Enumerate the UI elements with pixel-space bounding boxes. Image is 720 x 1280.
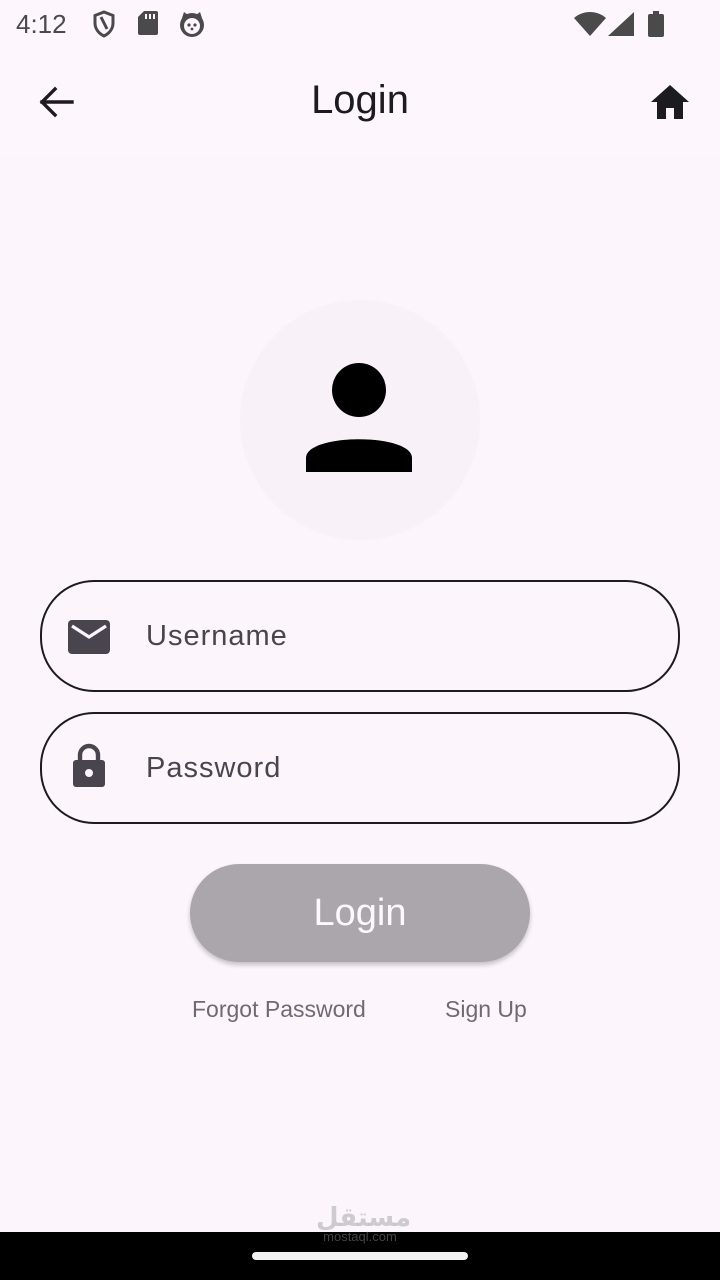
- sign-up-link[interactable]: Sign Up: [445, 996, 527, 1023]
- person-icon: [305, 362, 415, 478]
- password-input[interactable]: [144, 734, 648, 802]
- shield-icon: [92, 10, 116, 43]
- home-gesture-handle[interactable]: [252, 1252, 468, 1260]
- forgot-password-link[interactable]: Forgot Password: [192, 996, 366, 1023]
- home-button[interactable]: [642, 80, 698, 128]
- app-bar: Login: [0, 50, 720, 158]
- page-title: Login: [311, 78, 409, 122]
- login-form-area: Login Forgot Password Sign Up: [0, 158, 720, 1232]
- status-time: 4:12: [16, 9, 67, 39]
- password-field[interactable]: [40, 712, 680, 824]
- home-icon: [650, 84, 690, 125]
- watermark-url: mostaql.com: [323, 1229, 397, 1244]
- mail-icon: [68, 616, 110, 658]
- cat-face-icon: [178, 10, 206, 43]
- login-button[interactable]: Login: [190, 864, 530, 962]
- sd-card-icon: [137, 10, 159, 41]
- status-bar: 4:12: [0, 0, 720, 50]
- wifi-icon: [574, 12, 606, 41]
- lock-icon: [68, 743, 110, 787]
- battery-icon: [648, 11, 664, 42]
- cell-signal-icon: [608, 12, 634, 41]
- username-input[interactable]: [144, 602, 648, 670]
- avatar: [240, 300, 480, 540]
- watermark: مستقل mostaql.com: [316, 1202, 412, 1244]
- watermark-logo-text: مستقل: [316, 1202, 412, 1232]
- username-field[interactable]: [40, 580, 680, 692]
